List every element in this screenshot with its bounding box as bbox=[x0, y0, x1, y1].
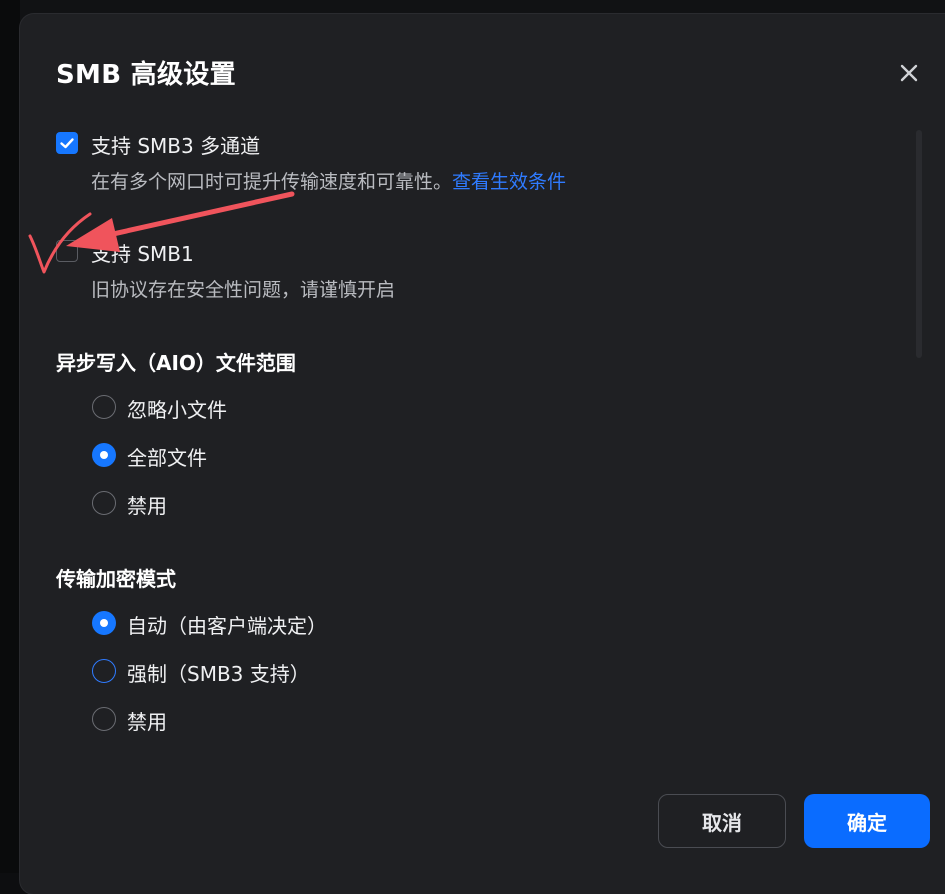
aio-option-label: 禁用 bbox=[127, 494, 167, 518]
smb1-checkbox[interactable] bbox=[56, 240, 78, 262]
backdrop-strip bbox=[0, 0, 20, 873]
smb1-label: 支持 SMB1 bbox=[91, 242, 194, 266]
checkmark-icon bbox=[60, 138, 74, 149]
aio-radio-all-files[interactable] bbox=[92, 443, 116, 467]
confirm-button[interactable]: 确定 bbox=[804, 794, 930, 848]
smb3-multichannel-checkbox[interactable] bbox=[56, 132, 78, 154]
aio-option-label: 全部文件 bbox=[127, 446, 207, 470]
encryption-radio-disable[interactable] bbox=[92, 707, 116, 731]
smb3-multichannel-desc: 在有多个网口时可提升传输速度和可靠性。查看生效条件 bbox=[91, 167, 566, 194]
scrollbar[interactable] bbox=[916, 130, 922, 358]
encryption-option-label: 禁用 bbox=[127, 710, 167, 734]
smb3-multichannel-label: 支持 SMB3 多通道 bbox=[91, 134, 261, 158]
aio-section-title: 异步写入（AIO）文件范围 bbox=[56, 351, 296, 375]
close-button[interactable] bbox=[892, 56, 926, 90]
encryption-option-label: 强制（SMB3 支持） bbox=[127, 662, 310, 686]
encryption-radio-auto[interactable] bbox=[92, 611, 116, 635]
aio-radio-ignore-small[interactable] bbox=[92, 395, 116, 419]
close-icon bbox=[900, 64, 918, 82]
smb3-multichannel-desc-text: 在有多个网口时可提升传输速度和可靠性。 bbox=[91, 171, 453, 193]
encryption-option-label: 自动（由客户端决定） bbox=[127, 614, 327, 638]
aio-radio-disable[interactable] bbox=[92, 491, 116, 515]
dialog-title: SMB 高级设置 bbox=[56, 60, 236, 90]
cancel-button[interactable]: 取消 bbox=[658, 794, 786, 848]
smb-settings-dialog: SMB 高级设置 支持 SMB3 多通道 在有多个网口时可提升传输速度和可靠性。… bbox=[20, 14, 945, 894]
encryption-radio-force[interactable] bbox=[92, 659, 116, 683]
aio-option-label: 忽略小文件 bbox=[127, 398, 227, 422]
smb1-desc: 旧协议存在安全性问题，请谨慎开启 bbox=[91, 279, 396, 301]
view-conditions-link[interactable]: 查看生效条件 bbox=[452, 171, 566, 193]
encryption-section-title: 传输加密模式 bbox=[56, 567, 176, 591]
